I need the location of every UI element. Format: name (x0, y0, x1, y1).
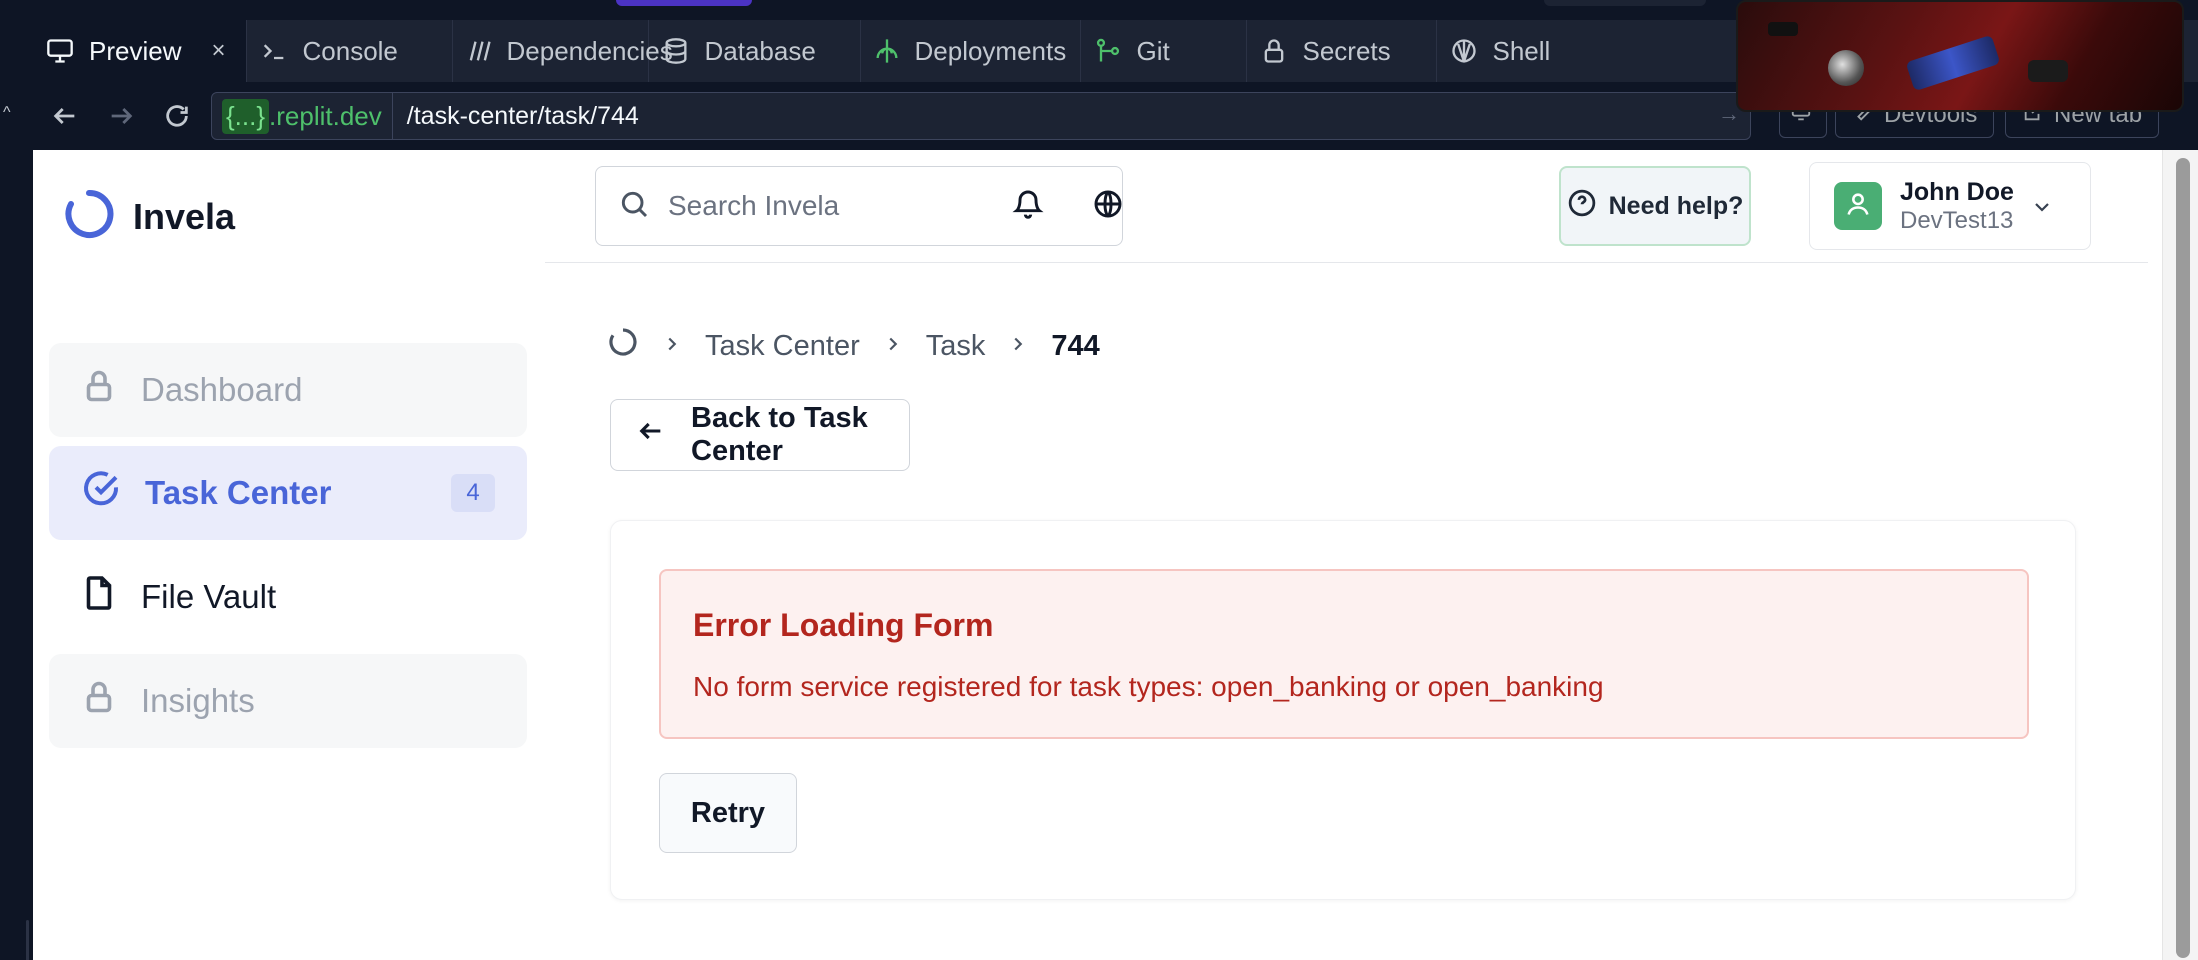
sidebar-item-task-center[interactable]: Task Center 4 (49, 446, 527, 540)
chevron-right-icon (661, 330, 683, 363)
tab-label: Preview (89, 35, 182, 66)
check-circle-icon (81, 469, 121, 517)
url-braces: {...} (222, 98, 270, 134)
breadcrumb-task-center[interactable]: Task Center (705, 330, 860, 363)
back-arrow-icon[interactable] (47, 98, 83, 134)
arrow-left-icon (637, 417, 665, 453)
breadcrumb-task[interactable]: Task (926, 330, 986, 363)
globe-icon[interactable] (1088, 184, 1128, 224)
database-icon (661, 36, 691, 66)
chevron-down-icon (2030, 195, 2054, 224)
chevron-right-icon (1007, 330, 1029, 363)
page-scrollbar[interactable] (2162, 150, 2198, 960)
sidebar-item-label: Task Center (145, 474, 332, 511)
error-message: No form service registered for task type… (693, 671, 1604, 702)
sidebar-item-dashboard[interactable]: Dashboard (49, 343, 527, 437)
tab-git[interactable]: Git (1081, 20, 1247, 82)
need-help-label: Need help? (1608, 191, 1744, 220)
sidebar-item-insights[interactable]: Insights (49, 654, 527, 748)
form-card: Error Loading Form No form service regis… (610, 520, 2076, 900)
chevron-right-icon (882, 330, 904, 363)
lock-icon (1259, 36, 1289, 66)
tab-preview[interactable]: Preview × (33, 20, 247, 82)
brand-logo[interactable]: Invela (63, 188, 235, 245)
shell-icon (1449, 36, 1479, 66)
user-icon (1844, 190, 1872, 223)
tab-deployments[interactable]: Deployments (861, 20, 1081, 82)
sidebar-item-file-vault[interactable]: File Vault (49, 550, 527, 644)
deployments-icon (873, 36, 901, 66)
webcam-object (1768, 22, 1798, 36)
scrollbar-thumb[interactable] (2176, 158, 2190, 958)
url-path: /task-center/task/744 (406, 101, 639, 130)
ide-top-control (1544, 0, 1706, 6)
tab-secrets[interactable]: Secrets (1247, 20, 1437, 82)
search-icon (618, 188, 650, 225)
address-bar[interactable]: {...} .replit.dev /task-center/task/744 … (211, 92, 1751, 140)
webcam-object (1905, 34, 2001, 92)
url-domain: {...} .replit.dev (212, 93, 393, 139)
resize-handle[interactable] (26, 920, 29, 960)
error-alert: Error Loading Form No form service regis… (659, 569, 2029, 739)
dependencies-icon (465, 36, 493, 66)
invela-logo-icon (63, 188, 115, 245)
tab-label: Secrets (1302, 35, 1391, 66)
webcam-object (1828, 50, 1864, 86)
user-org: DevTest13 (1900, 206, 2014, 234)
tab-database[interactable]: Database (649, 20, 861, 82)
tab-label: Shell (1492, 35, 1551, 66)
webcam-object (2028, 60, 2068, 82)
tab-label: Git (1136, 35, 1170, 66)
header-divider (545, 262, 2148, 263)
close-icon[interactable]: × (211, 37, 225, 65)
git-icon (1093, 36, 1123, 66)
task-count-badge: 4 (451, 474, 495, 512)
tab-shell[interactable]: Shell (1437, 20, 1637, 82)
reload-icon[interactable] (159, 98, 195, 134)
monitor-icon (45, 36, 75, 66)
url-domain-text: .replit.dev (269, 100, 382, 131)
user-menu[interactable]: John Doe DevTest13 (1809, 162, 2091, 250)
sidebar-item-label: Dashboard (141, 371, 303, 408)
breadcrumb-current: 744 (1051, 329, 1100, 362)
tab-label: Console (302, 35, 398, 66)
sidebar-item-label: Insights (141, 682, 255, 719)
forward-arrow-icon[interactable] (103, 98, 139, 134)
file-icon (81, 575, 117, 619)
terminal-icon (259, 36, 289, 66)
tab-console[interactable]: Console (247, 20, 453, 82)
lock-icon (81, 679, 117, 723)
lock-icon (81, 368, 117, 412)
user-name: John Doe (1900, 177, 2014, 206)
sidebar-item-label: File Vault (141, 578, 277, 615)
brand-name: Invela (133, 195, 236, 237)
need-help-button[interactable]: Need help? (1559, 166, 1751, 246)
breadcrumb: Task Center Task 744 (607, 326, 1100, 366)
app-preview: Invela Need help? John Doe DevTest13 (33, 150, 2198, 960)
user-info: John Doe DevTest13 (1900, 177, 2014, 236)
ide-run-indicator (616, 0, 752, 6)
question-circle-icon (1567, 188, 1597, 225)
avatar (1834, 182, 1882, 230)
tab-label: Deployments (914, 35, 1067, 66)
webcam-overlay (1736, 0, 2184, 112)
tab-dependencies[interactable]: Dependencies (453, 20, 673, 82)
home-logo-icon[interactable] (607, 326, 639, 366)
back-to-task-center-button[interactable]: Back to Task Center (610, 399, 910, 471)
collapse-caret-icon[interactable]: ^ (3, 104, 11, 122)
back-label: Back to Task Center (691, 402, 868, 467)
error-title: Error Loading Form (693, 607, 994, 643)
ide-left-rail: ^ (0, 20, 33, 960)
bell-icon[interactable] (1008, 184, 1048, 224)
tab-label: Database (704, 35, 816, 66)
retry-button[interactable]: Retry (659, 773, 797, 853)
